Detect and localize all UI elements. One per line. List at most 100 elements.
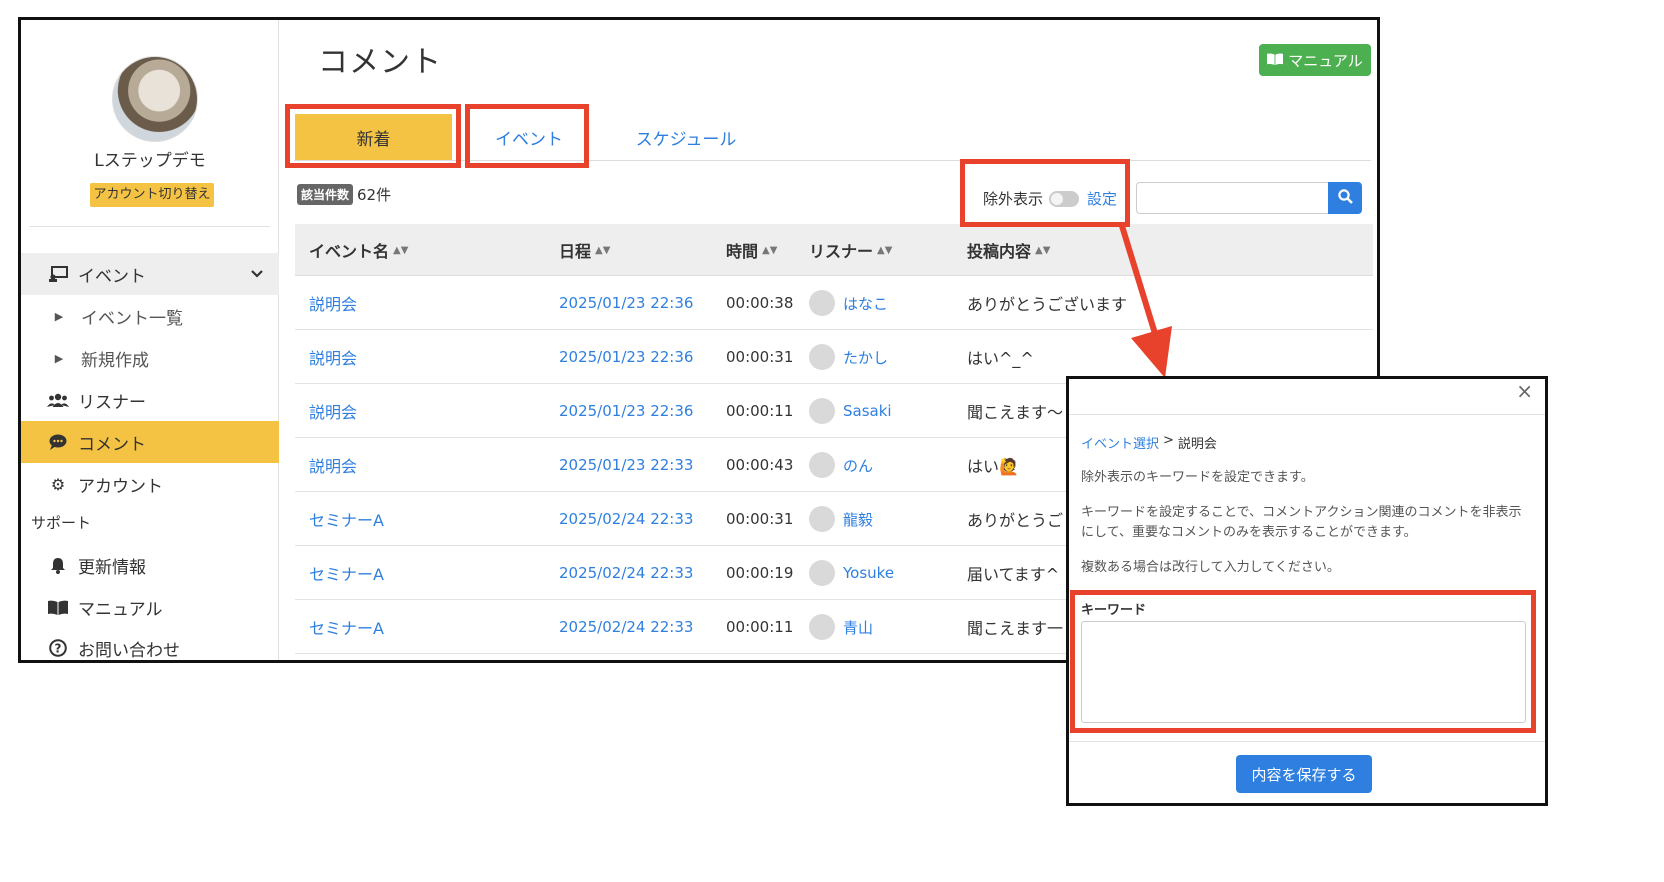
book-open-icon: [46, 600, 70, 615]
sidebar-item-manual[interactable]: マニュアル: [21, 586, 279, 628]
time-cell: 00:00:43: [726, 456, 794, 474]
listener-cell[interactable]: はなこ: [809, 276, 888, 330]
listener-link[interactable]: 龍毅: [843, 509, 873, 530]
sort-icon: ▲▼: [393, 244, 409, 256]
search-input[interactable]: [1136, 182, 1328, 214]
table-header: イベント名 ▲▼ 日程 ▲▼ 時間 ▲▼ リスナー ▲▼ 投稿内容 ▲▼: [295, 224, 1373, 276]
column-header-body[interactable]: 投稿内容 ▲▼: [967, 224, 1050, 276]
avatar: [809, 290, 835, 316]
column-header-listener[interactable]: リスナー ▲▼: [809, 224, 892, 276]
avatar: [809, 560, 835, 586]
column-header-date[interactable]: 日程 ▲▼: [559, 224, 610, 276]
modal-header-divider: [1069, 414, 1545, 415]
save-button[interactable]: 内容を保存する: [1236, 755, 1372, 793]
event-link[interactable]: セミナーA: [309, 600, 384, 654]
breadcrumb-current: 説明会: [1177, 437, 1217, 452]
sidebar-item-label: イベント一覧: [81, 308, 183, 329]
sidebar-item-label: リスナー: [78, 392, 146, 413]
time-cell: 00:00:31: [726, 510, 794, 528]
sidebar-item-label: お問い合わせ: [78, 640, 180, 661]
page-title: コメント: [318, 45, 442, 80]
modal-description-3: 複数ある場合は改行して入力してください。: [1081, 560, 1340, 575]
breadcrumb: イベント選択 > 説明会: [1081, 433, 1217, 452]
listener-cell[interactable]: 龍毅: [809, 492, 873, 546]
sidebar-item-account[interactable]: ⚙ アカウント: [21, 463, 279, 505]
chevron-down-icon: [251, 267, 263, 282]
listener-cell[interactable]: のん: [809, 438, 873, 492]
avatar: [809, 344, 835, 370]
sidebar-item-comment[interactable]: コメント: [21, 421, 279, 463]
time-cell: 00:00:11: [726, 618, 794, 636]
sort-icon: ▲▼: [1035, 244, 1051, 256]
manual-button-label: マニュアル: [1288, 51, 1363, 70]
users-icon: [46, 393, 70, 407]
sidebar: Lステップデモ アカウント切り替え イベント ▶ イベント一覧 ▶ 新規作成 リ…: [21, 20, 279, 660]
profile-name: Lステップデモ: [94, 151, 206, 171]
close-icon[interactable]: ×: [1516, 379, 1533, 403]
comment-body: ありがとうございます: [967, 295, 1128, 314]
time-cell: 00:00:19: [726, 564, 794, 582]
listener-link[interactable]: Yosuke: [843, 564, 894, 582]
date-link[interactable]: 2025/01/23 22:33: [559, 438, 693, 492]
listener-link[interactable]: のん: [843, 455, 873, 476]
account-switch-button[interactable]: アカウント切り替え: [90, 183, 214, 207]
support-heading: サポート: [31, 514, 92, 532]
date-link[interactable]: 2025/02/24 22:33: [559, 492, 693, 546]
listener-link[interactable]: Sasaki: [843, 402, 892, 420]
count-badge: 該当件数: [297, 184, 354, 205]
profile-avatar: [112, 56, 198, 142]
sidebar-item-label: 更新情報: [78, 557, 146, 578]
date-link[interactable]: 2025/02/24 22:33: [559, 600, 693, 654]
comment-body: はい🙋: [967, 457, 1019, 476]
date-link[interactable]: 2025/01/23 22:36: [559, 384, 693, 438]
sidebar-item-event[interactable]: イベント: [21, 253, 279, 295]
sidebar-item-label: 新規作成: [81, 350, 149, 371]
sidebar-item-contact[interactable]: ? お問い合わせ: [21, 627, 279, 661]
caret-right-icon: ▶: [54, 309, 64, 323]
comment-body: 届いてます^ ^: [967, 565, 1078, 584]
sidebar-item-label: コメント: [78, 434, 146, 455]
question-circle-icon: ?: [46, 639, 70, 657]
column-header-time[interactable]: 時間 ▲▼: [726, 224, 777, 276]
event-link[interactable]: 説明会: [309, 276, 357, 330]
sidebar-divider: [29, 226, 270, 227]
tab-schedule[interactable]: スケジュール: [611, 114, 761, 160]
listener-link[interactable]: 青山: [843, 617, 873, 638]
time-cell: 00:00:11: [726, 402, 794, 420]
listener-link[interactable]: はなこ: [843, 293, 888, 314]
column-header-event[interactable]: イベント名 ▲▼: [309, 224, 408, 276]
event-link[interactable]: 説明会: [309, 384, 357, 438]
event-link[interactable]: セミナーA: [309, 546, 384, 600]
time-cell: 00:00:31: [726, 348, 794, 366]
sidebar-item-updates[interactable]: 更新情報: [21, 544, 279, 586]
listener-cell[interactable]: Sasaki: [809, 384, 892, 438]
sidebar-item-event-list[interactable]: ▶ イベント一覧: [21, 295, 279, 337]
sidebar-item-label: アカウント: [78, 476, 163, 497]
listener-cell[interactable]: 青山: [809, 600, 873, 654]
avatar: [809, 614, 835, 640]
date-link[interactable]: 2025/01/23 22:36: [559, 330, 693, 384]
listener-cell[interactable]: Yosuke: [809, 546, 894, 600]
modal-description-2: キーワードを設定することで、コメントアクション関連のコメントを非表示にして、重要…: [1081, 505, 1522, 540]
result-count: 該当件数 62件: [297, 184, 391, 205]
table-row: 説明会 2025/01/23 22:36 00:00:38 はなこ ありがとうご…: [295, 276, 1373, 330]
sidebar-item-listener[interactable]: リスナー: [21, 379, 279, 421]
book-open-icon: [1267, 51, 1284, 69]
search-button[interactable]: [1328, 182, 1362, 214]
date-link[interactable]: 2025/02/24 22:33: [559, 546, 693, 600]
listener-link[interactable]: たかし: [843, 347, 888, 368]
bell-icon: [46, 557, 70, 574]
caret-right-icon: ▶: [54, 351, 64, 365]
manual-button[interactable]: マニュアル: [1259, 44, 1371, 76]
date-link[interactable]: 2025/01/23 22:36: [559, 276, 693, 330]
listener-cell[interactable]: たかし: [809, 330, 888, 384]
sidebar-item-new-create[interactable]: ▶ 新規作成: [21, 337, 279, 379]
modal-description-1: 除外表示のキーワードを設定できます。: [1081, 470, 1314, 485]
breadcrumb-link[interactable]: イベント選択: [1081, 433, 1159, 452]
chevron-right-icon: >: [1163, 433, 1174, 448]
time-cell: 00:00:38: [726, 294, 794, 312]
event-link[interactable]: 説明会: [309, 438, 357, 492]
event-link[interactable]: 説明会: [309, 330, 357, 384]
highlight-box-event-tab: [465, 104, 589, 168]
event-link[interactable]: セミナーA: [309, 492, 384, 546]
